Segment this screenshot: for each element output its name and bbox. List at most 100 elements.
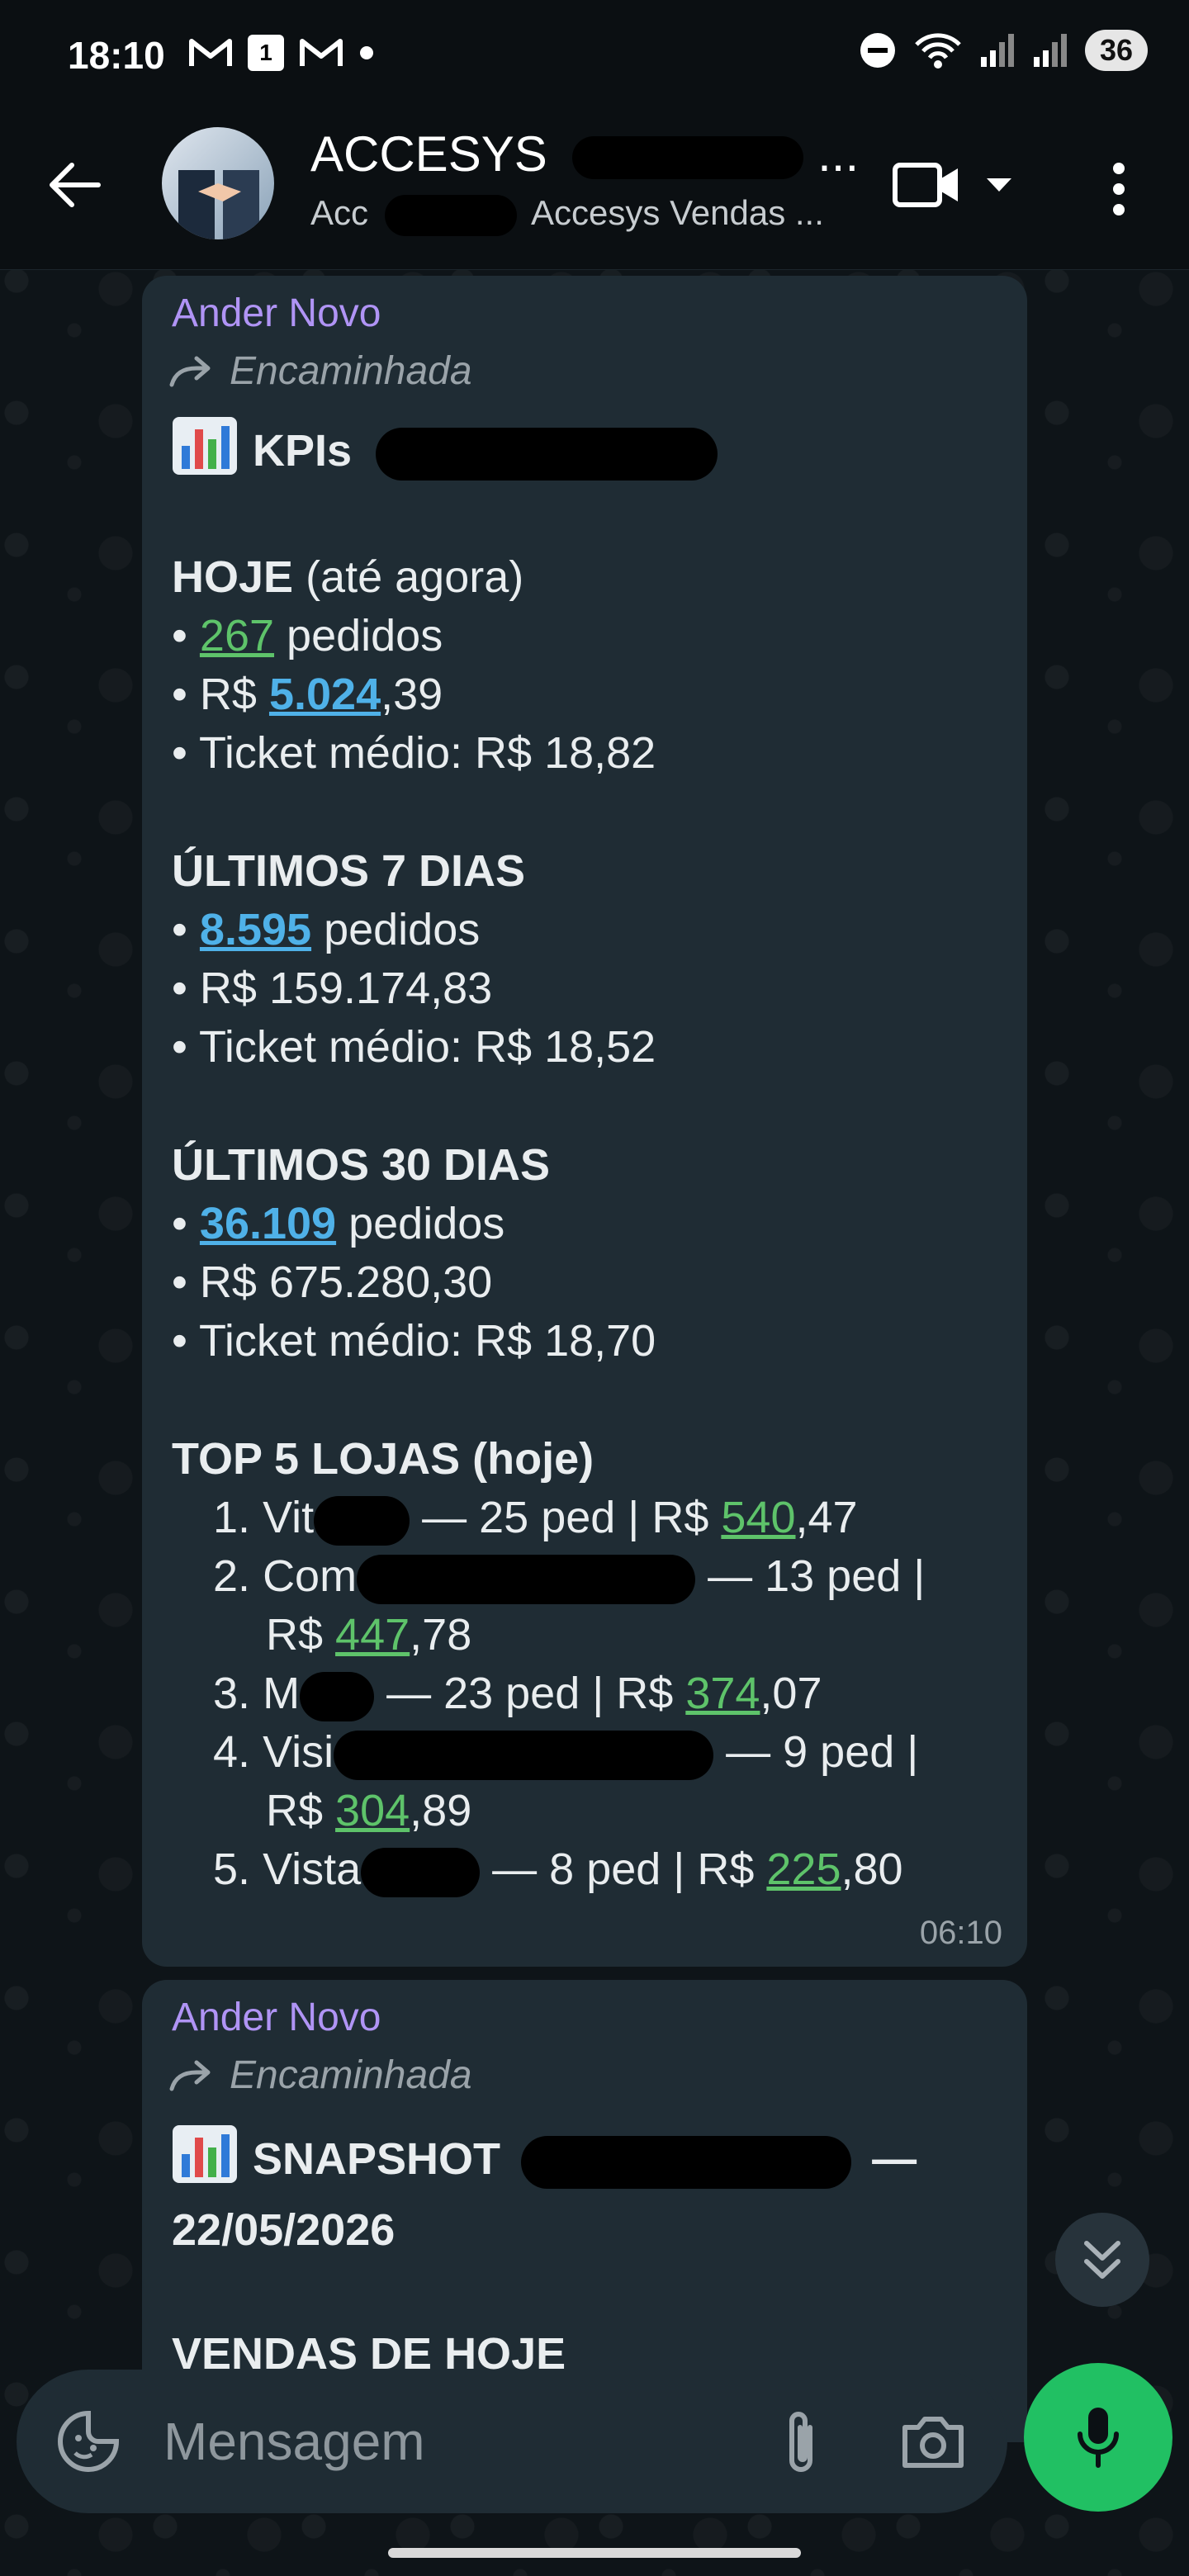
currency-label: R$	[199, 670, 257, 719]
message-title: KPIs	[172, 416, 718, 481]
store-cents: ,78	[410, 1610, 472, 1660]
camera-button[interactable]	[892, 2401, 974, 2484]
store-item: 3. M — 23 ped | R$ 374,07	[172, 1669, 822, 1721]
section-hoje: HOJE (até agora) • 267 pedidos • R$ 5.02…	[172, 552, 656, 778]
store-rank: 5.	[213, 1844, 251, 1894]
redaction	[361, 1847, 481, 1897]
message-sender[interactable]: Ander Novo	[172, 1995, 381, 2040]
store-orders: — 13 ped |	[708, 1551, 926, 1601]
redaction	[300, 1671, 375, 1721]
voice-message-button[interactable]	[1024, 2363, 1172, 2512]
phone-link[interactable]: 447	[335, 1610, 410, 1660]
redaction	[521, 2135, 852, 2189]
calendar-day: 1	[259, 40, 272, 65]
ticket-line: Ticket médio: R$ 18,52	[198, 1022, 656, 1072]
chat-subtitle-suffix: Accesys Vendas ...	[531, 193, 824, 232]
scroll-to-bottom-button[interactable]	[1055, 2213, 1149, 2307]
status-bar: 18:10 1 36	[0, 0, 1189, 116]
chat-subtitle[interactable]: Acc Accesys Vendas ...	[310, 193, 824, 236]
store-item: 2. Com — 13 ped |	[172, 1551, 926, 1604]
sticker-icon	[58, 2410, 120, 2472]
signal-icon	[980, 34, 1014, 67]
number-link[interactable]: 5.024	[269, 670, 381, 719]
number-link[interactable]: 8.595	[200, 905, 311, 954]
call-options-dropdown[interactable]	[979, 165, 1019, 205]
system-icons: 36	[859, 30, 1148, 71]
orders-label: pedidos	[348, 1199, 505, 1248]
store-name: Visi	[263, 1727, 334, 1777]
message-title-text: SNAPSHOT	[253, 2134, 501, 2184]
store-item: 5. Vista — 8 ped | R$ 225,80	[172, 1844, 903, 1897]
forward-icon	[169, 356, 211, 386]
phone-link[interactable]: 374	[685, 1669, 760, 1718]
bar-chart-icon	[173, 2125, 237, 2183]
redaction	[314, 1495, 410, 1546]
store-orders: — 23 ped | R$	[386, 1669, 674, 1718]
message-bubble[interactable]: Ander Novo Encaminhada KPIs HOJE (até ag…	[142, 276, 1027, 1967]
forward-icon	[169, 2060, 211, 2091]
chat-title-suffix: ...	[817, 126, 860, 182]
forwarded-label: Encaminhada	[230, 2053, 472, 2097]
snapshot-date: 22/05/2026	[172, 2205, 396, 2255]
revenue-line: R$ 675.280,30	[199, 1257, 493, 1307]
store-cents: ,47	[795, 1493, 858, 1542]
microphone-icon	[1078, 2408, 1119, 2468]
message-title-text: KPIs	[253, 426, 353, 476]
phone-link[interactable]: 267	[200, 611, 274, 661]
store-cents: ,80	[841, 1844, 903, 1894]
store-cents: ,89	[410, 1786, 472, 1835]
forwarded-indicator: Encaminhada	[168, 348, 472, 394]
store-cents: ,07	[760, 1669, 822, 1718]
store-rank: 3.	[213, 1669, 251, 1718]
back-button[interactable]	[41, 152, 107, 218]
camera-icon	[902, 2417, 964, 2468]
double-chevron-down-icon	[1084, 2241, 1120, 2279]
phone-link[interactable]: 225	[766, 1844, 841, 1894]
phone-link[interactable]: 304	[335, 1786, 410, 1835]
dot-icon	[360, 46, 373, 59]
message-composer	[17, 2370, 1007, 2513]
redaction	[334, 1730, 714, 1780]
orders-label: pedidos	[324, 905, 481, 954]
section-30-days: ÚLTIMOS 30 DIAS • 36.109 pedidos • R$ 67…	[172, 1140, 656, 1366]
ticket-line: Ticket médio: R$ 18,70	[198, 1316, 656, 1366]
chat-title-prefix: ACCESYS	[310, 126, 547, 182]
store-item-cont: R$ 304,89	[172, 1786, 471, 1835]
sticker-button[interactable]	[51, 2404, 126, 2479]
video-call-button[interactable]	[892, 152, 974, 218]
title-dash: —	[872, 2134, 917, 2184]
message-title: SNAPSHOT — 22/05/2026	[172, 2124, 917, 2266]
currency-label: R$	[266, 1610, 324, 1660]
store-orders: — 25 ped | R$	[422, 1493, 709, 1542]
paperclip-icon	[789, 2412, 812, 2472]
signal-icon	[1033, 34, 1067, 67]
orders-label: pedidos	[287, 611, 443, 661]
store-item: 1. Vit — 25 ped | R$ 540,47	[172, 1493, 858, 1546]
ticket-line: Ticket médio: R$ 18,82	[198, 728, 656, 778]
redaction	[384, 194, 517, 236]
home-indicator[interactable]	[388, 2548, 801, 2558]
message-input[interactable]	[162, 2399, 743, 2484]
phone-link[interactable]: 540	[721, 1493, 795, 1542]
video-camera-icon	[893, 163, 958, 207]
chat-avatar[interactable]	[162, 127, 274, 239]
revenue-line: R$ 159.174,83	[199, 964, 493, 1013]
store-name: Vista	[263, 1844, 362, 1894]
wifi-icon	[915, 33, 961, 69]
message-sender[interactable]: Ander Novo	[172, 291, 381, 336]
forwarded-label: Encaminhada	[230, 349, 472, 393]
bar-chart-icon	[173, 417, 237, 475]
section-7-days: ÚLTIMOS 7 DIAS • 8.595 pedidos • R$ 159.…	[172, 846, 656, 1072]
arrow-left-icon	[50, 163, 101, 207]
store-name: M	[263, 1669, 301, 1718]
section-title: ÚLTIMOS 30 DIAS	[172, 1140, 551, 1190]
store-orders: — 8 ped | R$	[492, 1844, 755, 1894]
chat-title[interactable]: ACCESYS ...	[310, 125, 859, 182]
section-title: TOP 5 LOJAS (hoje)	[172, 1434, 594, 1484]
forwarded-indicator: Encaminhada	[168, 2053, 472, 2098]
store-name: Com	[263, 1551, 358, 1601]
more-options-button[interactable]	[1098, 152, 1139, 226]
do-not-disturb-icon	[860, 33, 895, 68]
number-link[interactable]: 36.109	[200, 1199, 336, 1248]
attach-button[interactable]	[760, 2401, 842, 2484]
